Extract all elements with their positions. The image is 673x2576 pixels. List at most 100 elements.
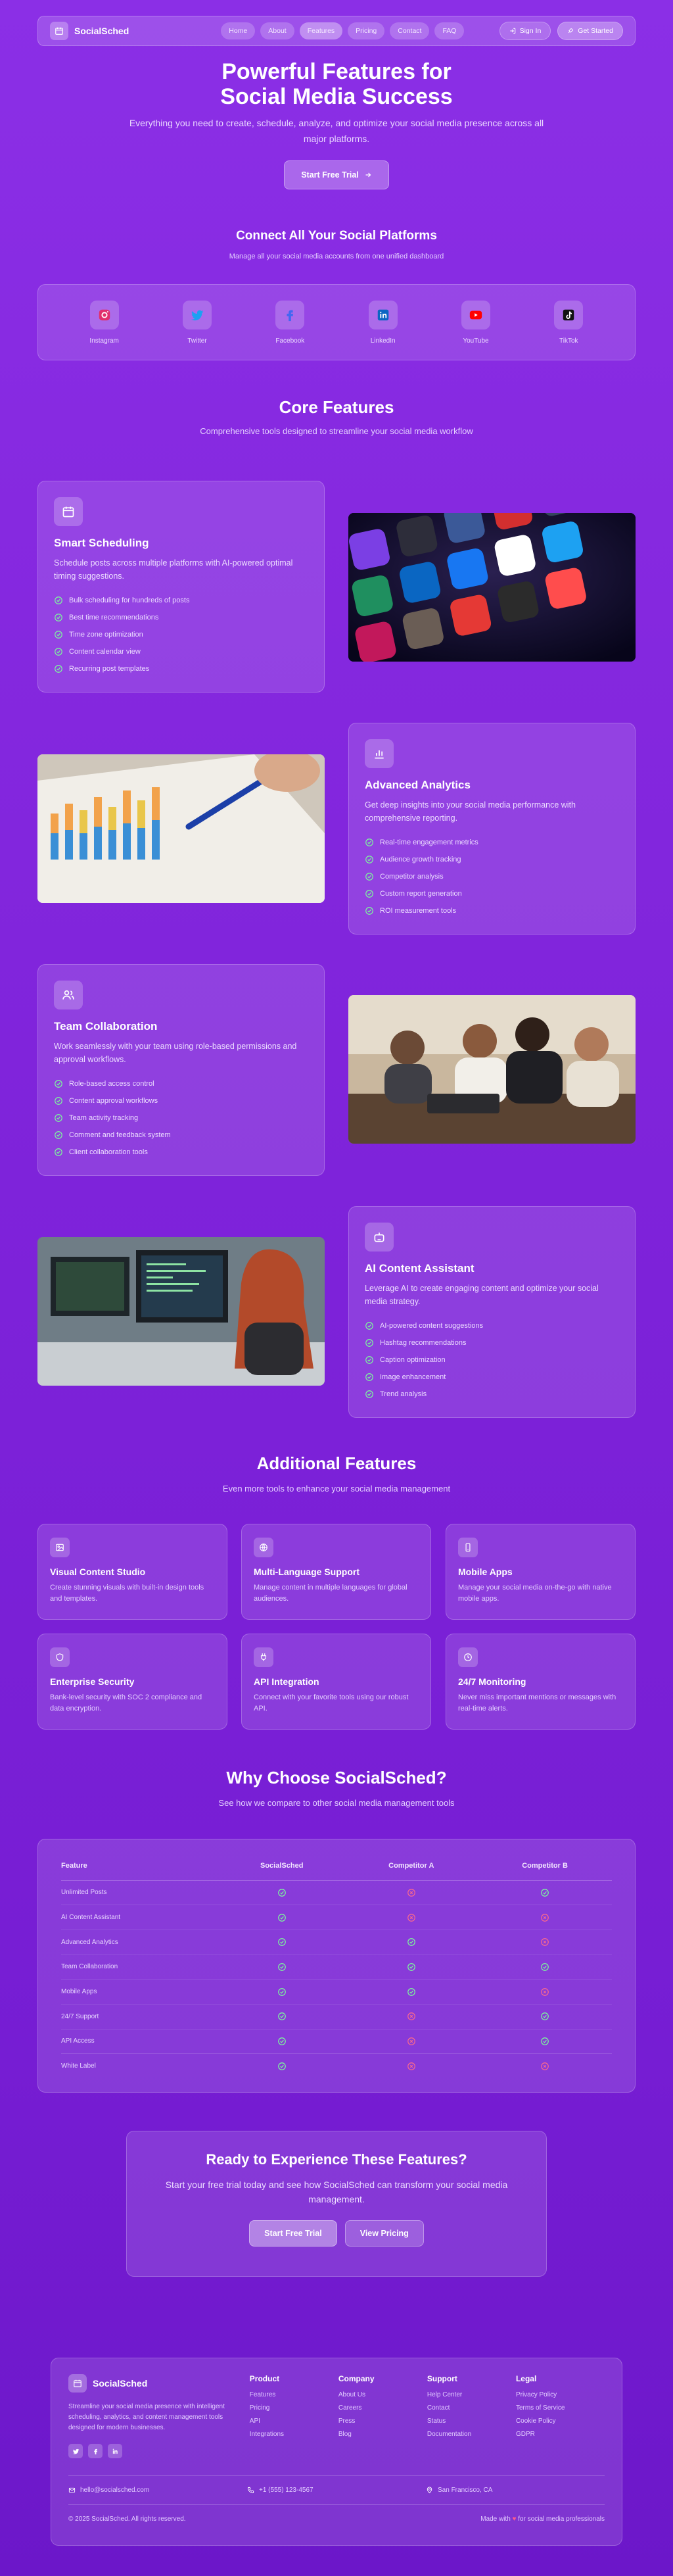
feature-bullet: Time zone optimization: [54, 626, 308, 643]
platform-youtube[interactable]: YouTube: [443, 300, 509, 345]
feature-title: Advanced Analytics: [365, 779, 471, 791]
footer-link[interactable]: API: [250, 2418, 338, 2431]
nav-link-contact[interactable]: Contact: [390, 22, 430, 39]
footer-link[interactable]: Privacy Policy: [516, 2391, 605, 2404]
check-circle-icon: [541, 2037, 549, 2045]
comparison-table-panel: Feature SocialSched Competitor A Competi…: [37, 1839, 636, 2093]
platform-label: Facebook: [275, 337, 305, 345]
check-circle-icon: [277, 2012, 286, 2021]
cta-subtitle: Start your free trial today and see how …: [165, 2179, 508, 2205]
calendar-icon: [50, 22, 68, 40]
footer-link[interactable]: Integrations: [250, 2431, 338, 2444]
footer-link[interactable]: Documentation: [427, 2431, 516, 2444]
competitor-b-cell: [478, 1955, 612, 1980]
map-pin-icon: [427, 2487, 432, 2494]
bullet-text: ROI measurement tools: [380, 907, 457, 915]
hero-start-trial-button[interactable]: Start Free Trial: [284, 160, 389, 189]
platform-linkedin[interactable]: LinkedIn: [350, 300, 416, 345]
team-meeting-photo: [348, 995, 636, 1144]
feature-description: Never miss important mentions or message…: [458, 1693, 616, 1713]
arrow-right-icon: [365, 172, 371, 178]
clock-icon: [458, 1647, 478, 1667]
table-row: Team Collaboration: [61, 1955, 612, 1980]
nav-link-pricing[interactable]: Pricing: [348, 22, 385, 39]
bullet-text: AI-powered content suggestions: [380, 1322, 484, 1330]
x-circle-icon: [541, 1938, 549, 1947]
footer-link[interactable]: Press: [338, 2418, 427, 2431]
check-circle-icon: [55, 614, 62, 621]
feature-title: Mobile Apps: [458, 1567, 513, 1577]
footer-link[interactable]: Blog: [338, 2431, 427, 2444]
feature-description: Manage your social media on-the-go with …: [458, 1584, 612, 1603]
footer-link[interactable]: Terms of Service: [516, 2404, 605, 2418]
platforms-panel: Instagram Twitter Facebook LinkedIn YouT…: [37, 284, 636, 360]
footer-link[interactable]: Pricing: [250, 2404, 338, 2418]
check-circle-icon: [365, 873, 373, 881]
table-row: AI Content Assistant: [61, 1905, 612, 1930]
table-row: API Access: [61, 2029, 612, 2054]
footer-email[interactable]: hello@socialsched.com: [68, 2487, 247, 2494]
plug-icon: [254, 1647, 273, 1667]
bullet-text: Competitor analysis: [380, 873, 444, 881]
feature-cell: Mobile Apps: [61, 1979, 219, 2005]
nav-link-home[interactable]: Home: [221, 22, 256, 39]
feature-description: Schedule posts across multiple platforms…: [54, 558, 293, 581]
bullet-text: Content calendar view: [69, 648, 141, 656]
bullet-text: Time zone optimization: [69, 631, 143, 639]
footer-link[interactable]: Features: [250, 2391, 338, 2404]
platform-instagram[interactable]: Instagram: [72, 300, 137, 345]
bullet-text: Hashtag recommendations: [380, 1339, 467, 1347]
competitor-b-cell: [478, 1930, 612, 1955]
footer-link[interactable]: Help Center: [427, 2391, 516, 2404]
socialsched-cell: [219, 1979, 345, 2005]
check-circle-icon: [55, 1080, 62, 1088]
brand-logo[interactable]: SocialSched: [50, 22, 129, 40]
check-circle-icon: [55, 1131, 62, 1139]
hero-subtitle: Everything you need to create, schedule,…: [129, 118, 544, 144]
linkedin-icon[interactable]: [108, 2444, 122, 2458]
platform-facebook[interactable]: Facebook: [257, 300, 323, 345]
cta-start-trial-button[interactable]: Start Free Trial: [249, 2220, 337, 2247]
x-circle-icon: [407, 2037, 415, 2045]
footer-link[interactable]: GDPR: [516, 2431, 605, 2444]
sign-in-button[interactable]: Sign In: [499, 22, 551, 40]
check-circle-icon: [365, 1339, 373, 1347]
footer-link[interactable]: Cookie Policy: [516, 2418, 605, 2431]
feature-bullet: Hashtag recommendations: [365, 1334, 619, 1351]
platform-twitter[interactable]: Twitter: [164, 300, 230, 345]
table-header-row: Feature SocialSched Competitor A Competi…: [61, 1851, 612, 1881]
cta-view-pricing-button[interactable]: View Pricing: [344, 2220, 424, 2247]
competitor-b-cell: [478, 1905, 612, 1930]
get-started-button[interactable]: Get Started: [557, 22, 623, 40]
feature-title: API Integration: [254, 1676, 319, 1687]
facebook-icon[interactable]: [88, 2444, 103, 2458]
nav-link-features[interactable]: Features: [299, 22, 343, 39]
socialsched-cell: [219, 1880, 345, 1906]
nav-link-about[interactable]: About: [260, 22, 294, 39]
feature-description: Create stunning visuals with built-in de…: [50, 1584, 204, 1603]
footer-link[interactable]: Contact: [427, 2404, 516, 2418]
nav-link-faq[interactable]: FAQ: [434, 22, 465, 39]
feature-card-api-integration: API Integration Connect with your favori…: [241, 1634, 431, 1730]
x-circle-icon: [407, 2012, 415, 2021]
footer-link[interactable]: Status: [427, 2418, 516, 2431]
check-circle-icon: [55, 1097, 62, 1105]
column-header-socialsched: SocialSched: [219, 1851, 345, 1881]
x-circle-icon: [541, 1913, 549, 1922]
table-row: 24/7 Support: [61, 2004, 612, 2029]
check-circle-icon: [277, 1963, 286, 1971]
made-with-prefix: Made with: [480, 2515, 511, 2523]
twitter-icon[interactable]: [68, 2444, 83, 2458]
platform-tiktok[interactable]: TikTok: [536, 300, 601, 345]
check-circle-icon: [55, 1114, 62, 1122]
footer-link[interactable]: Careers: [338, 2404, 427, 2418]
bar-chart-icon: [365, 739, 394, 768]
cta-panel: Ready to Experience These Features? Star…: [126, 2131, 547, 2277]
footer-link[interactable]: About Us: [338, 2391, 427, 2404]
competitor-a-cell: [344, 1905, 478, 1930]
socialsched-cell: [219, 1955, 345, 1980]
check-circle-icon: [55, 596, 62, 604]
feature-description: Leverage AI to create engaging content a…: [365, 1284, 599, 1306]
footer-brand-logo[interactable]: SocialSched: [68, 2374, 250, 2393]
footer-phone[interactable]: +1 (555) 123-4567: [247, 2487, 426, 2494]
